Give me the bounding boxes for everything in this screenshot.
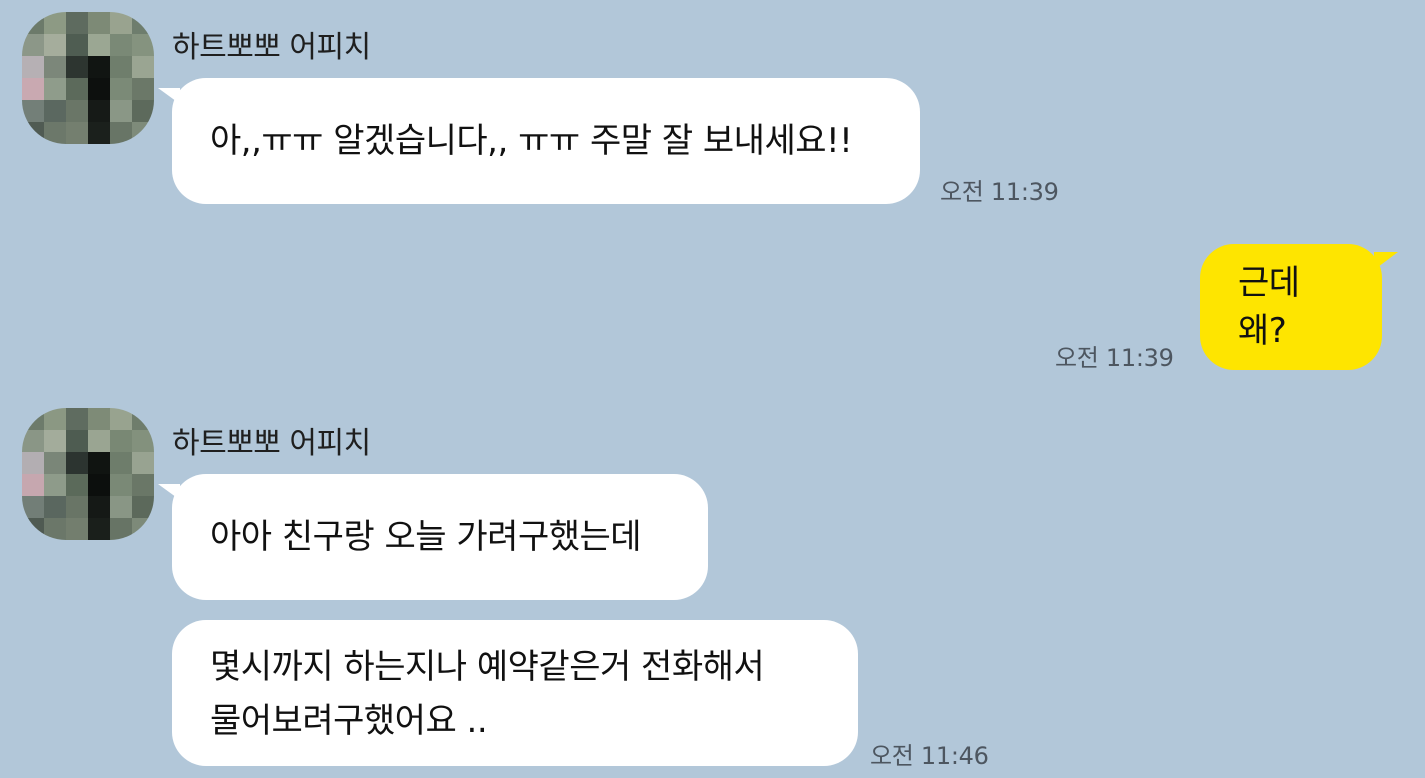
message-time: 오전 11:39: [1055, 344, 1174, 372]
message-text-line: 몇시까지 하는지나 예약같은거 전화해서: [210, 647, 765, 687]
message-text: 아아 친구랑 오늘 가려구했는데: [210, 517, 642, 557]
message-text-line: 물어보려구했어요 ..: [210, 701, 488, 741]
sender-avatar[interactable]: [22, 12, 154, 144]
message-text: 근데 왜?: [1238, 263, 1300, 351]
message-bubble[interactable]: 아,,ㅠㅠ 알겠습니다,, ㅠㅠ 주말 잘 보내세요!!: [158, 78, 920, 204]
sender-name: 하트뽀뽀 어피치: [172, 426, 371, 461]
message-time: 오전 11:39: [940, 178, 1059, 206]
sender-name: 하트뽀뽀 어피치: [172, 30, 371, 65]
message-time: 오전 11:46: [870, 742, 989, 770]
message-text: 몇시까지 하는지나 예약같은거 전화해서 물어보려구했어요 ..: [210, 640, 765, 748]
chat-room: 하트뽀뽀 어피치 아,,ㅠㅠ 알겠습니다,, ㅠㅠ 주말 잘 보내세요!! 오전…: [0, 0, 1425, 778]
my-message-bubble[interactable]: 근데 왜?: [1200, 244, 1398, 370]
sender-avatar[interactable]: [22, 408, 154, 540]
message-bubble[interactable]: 몇시까지 하는지나 예약같은거 전화해서 물어보려구했어요 ..: [172, 620, 858, 766]
message-text: 아,,ㅠㅠ 알겠습니다,, ㅠㅠ 주말 잘 보내세요!!: [210, 121, 853, 161]
message-bubble[interactable]: 아아 친구랑 오늘 가려구했는데: [158, 474, 708, 600]
